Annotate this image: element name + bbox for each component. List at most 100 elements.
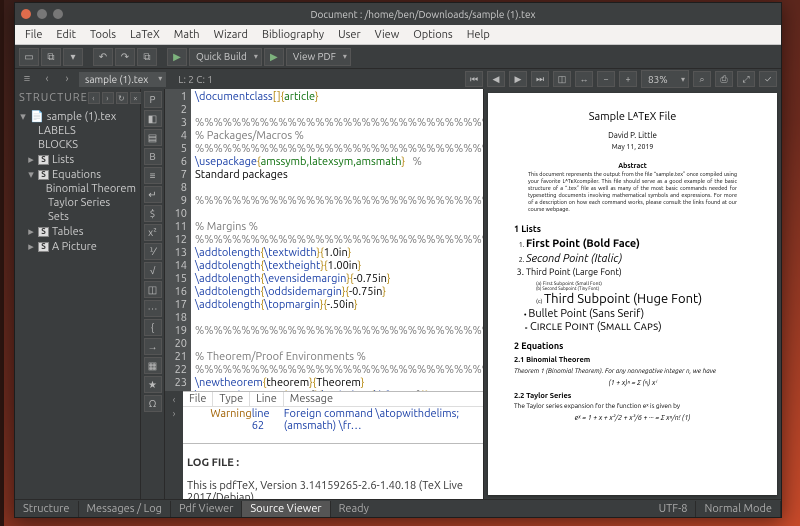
find-icon[interactable]: ⌕ [693, 71, 711, 87]
minimize-icon[interactable] [37, 9, 47, 19]
side-arrow-icon[interactable]: → [144, 338, 162, 355]
code-editor[interactable]: 1234567891011121314151617181920212223242… [165, 89, 483, 391]
view-icon[interactable]: ▶ [264, 48, 284, 66]
code-area[interactable]: \documentclass[]{article} %%%%%%%%%%%%%%… [191, 89, 483, 391]
open-icon[interactable]: ⧉ [41, 48, 61, 66]
maximize-icon[interactable] [53, 9, 63, 19]
side-dots-icon[interactable]: ⋯ [144, 300, 162, 317]
menubar: File Edit Tools LaTeX Math Wizard Biblio… [15, 25, 781, 45]
struct-next-icon[interactable]: › [102, 92, 114, 104]
menu-math[interactable]: Math [168, 27, 206, 43]
menu-view[interactable]: View [369, 27, 406, 43]
viewpdf-dropdown[interactable]: View PDF [286, 48, 351, 66]
col-type[interactable]: Type [213, 392, 250, 406]
pdf-sub-binomial: 2.1 Binomial Theorem [514, 356, 751, 365]
save-icon[interactable]: ▾ [63, 48, 83, 66]
msg-right-chevron-icon[interactable]: › [168, 407, 180, 419]
fit-width-icon[interactable]: ↔ [575, 71, 593, 87]
side-center-icon[interactable]: ≡ [144, 167, 162, 184]
tree-item[interactable]: LABELS [17, 124, 138, 138]
menu-bibliography[interactable]: Bibliography [256, 27, 330, 43]
tree-root[interactable]: ▾📄 sample (1).tex [17, 109, 138, 124]
menu-wizard[interactable]: Wizard [208, 27, 254, 43]
page-prev-icon[interactable]: ◀ [487, 71, 505, 87]
fit-page-icon[interactable]: ◫ [553, 71, 571, 87]
footer-tab-messages[interactable]: Messages / Log [79, 501, 171, 517]
menu-latex[interactable]: LaTeX [124, 27, 166, 43]
side-ref-icon[interactable]: ◫ [144, 281, 162, 298]
redo-icon[interactable]: ↷ [115, 48, 135, 66]
statusbar: Structure Messages / Log Pdf Viewer Sour… [15, 499, 781, 517]
footer-mode[interactable]: Normal Mode [696, 501, 781, 517]
col-file[interactable]: File [183, 392, 213, 406]
tree-item[interactable]: Binomial Theorem [17, 182, 138, 196]
side-matrix-icon[interactable]: ▦ [144, 357, 162, 374]
menu-user[interactable]: User [332, 27, 367, 43]
tree-item[interactable]: Taylor Series [17, 196, 138, 210]
new-icon[interactable]: ▭ [19, 48, 39, 66]
menu-edit[interactable]: Edit [50, 27, 82, 43]
pdf-author: David P. Little [514, 131, 751, 141]
side-label-icon[interactable]: ◧ [144, 110, 162, 127]
tab-menu-icon[interactable]: ≡ [19, 71, 35, 87]
tree-item[interactable]: Sets [17, 210, 138, 224]
side-sup-icon[interactable]: x² [144, 224, 162, 241]
pdf-list: First Point (Bold Face) Second Point (It… [526, 238, 751, 279]
side-misc-icon[interactable]: Ω [144, 395, 162, 412]
zoom-dropdown[interactable]: 83% [641, 70, 689, 88]
zoom-out-icon[interactable]: − [597, 71, 615, 87]
tab-prev-icon[interactable]: ‹ [39, 71, 55, 87]
side-item-icon[interactable]: ▤ [144, 129, 162, 146]
build-dropdown[interactable]: Quick Build [189, 48, 262, 66]
footer-encoding[interactable]: UTF-8 [651, 501, 697, 517]
check-icon[interactable]: ✓ [759, 71, 777, 87]
tree-item[interactable]: BLOCKS [17, 138, 138, 152]
structure-tree[interactable]: ▾📄 sample (1).texLABELSBLOCKS▸SLists▾SEq… [15, 107, 140, 499]
tree-item[interactable]: ▸SLists [17, 152, 138, 167]
print-icon[interactable]: ⎙ [715, 71, 733, 87]
tab-next-icon[interactable]: › [59, 71, 75, 87]
side-bold-icon[interactable]: B [144, 148, 162, 165]
pdf-eq-2: eˣ = 1 + x + x²/2 + x³/6 + ··· = Σ xⁿ/n!… [514, 414, 751, 423]
side-frac-icon[interactable]: ⅟ [144, 243, 162, 260]
side-newline-icon[interactable]: ↵ [144, 186, 162, 203]
menu-options[interactable]: Options [407, 27, 458, 43]
side-sqrt-icon[interactable]: √ [144, 262, 162, 279]
tree-item[interactable]: ▸SA Picture [17, 239, 138, 254]
side-part-icon[interactable]: P [144, 91, 162, 108]
file-tab[interactable]: sample (1).tex [79, 72, 166, 87]
menu-file[interactable]: File [19, 27, 48, 43]
side-brace-icon[interactable]: { [144, 319, 162, 336]
undo-icon[interactable]: ↶ [93, 48, 113, 66]
footer-tab-pdf[interactable]: Pdf Viewer [171, 501, 242, 517]
tree-item[interactable]: ▾SEquations [17, 167, 138, 182]
page-next-icon[interactable]: ▶ [509, 71, 527, 87]
struct-prev-icon[interactable]: ‹ [88, 92, 100, 104]
external-icon[interactable]: ⤢ [737, 71, 755, 87]
col-line[interactable]: Line [250, 392, 284, 406]
footer-tab-structure[interactable]: Structure [15, 501, 79, 517]
page-last-icon[interactable]: ⏭ [531, 71, 549, 87]
pdf-page[interactable]: Sample LᴬTᴇX File David P. Little May 11… [488, 93, 777, 495]
side-user-icon[interactable]: ★ [144, 376, 162, 393]
col-message[interactable]: Message [284, 392, 483, 406]
menu-help[interactable]: Help [461, 27, 496, 43]
structure-panel: STRUCTURE ‹ › ↻ × ▾📄 sample (1).texLABEL… [15, 89, 141, 499]
menu-tools[interactable]: Tools [84, 27, 122, 43]
msg-left-chevron-icon[interactable]: ‹ [168, 393, 180, 405]
pdf-li-3c: (c) (c) Third Subpoint (Huge Font)Third … [536, 291, 751, 307]
close-icon[interactable] [21, 9, 31, 19]
run-icon[interactable]: ▶ [167, 48, 187, 66]
pdf-li-3: Third Point (Large Font) [526, 267, 751, 278]
copy-icon[interactable]: ⧉ [137, 48, 157, 66]
side-math-icon[interactable]: $ [144, 205, 162, 222]
struct-refresh-icon[interactable]: ↻ [116, 92, 128, 104]
zoom-in-icon[interactable]: + [619, 71, 637, 87]
tabbar: ≡ ‹ › sample (1).tex L: 2 C: 1 ⏮ ◀ ▶ ⏭ ◫… [15, 69, 781, 89]
tree-item[interactable]: ▸STables [17, 224, 138, 239]
pdf-title: Sample LᴬTᴇX File [514, 111, 751, 125]
titlebar[interactable]: Document : /home/ben/Downloads/sample (1… [15, 3, 781, 25]
message-row[interactable]: Warning line 62 Foreign command \atopwit… [183, 407, 483, 433]
page-first-icon[interactable]: ⏮ [465, 71, 483, 87]
footer-tab-source[interactable]: Source Viewer [242, 501, 330, 517]
